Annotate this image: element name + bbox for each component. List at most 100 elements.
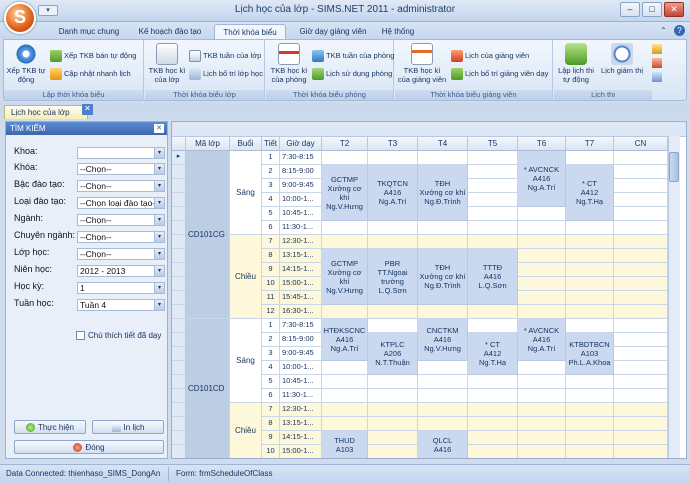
auto-schedule-button[interactable]: Xếp TKB tự động xyxy=(6,43,46,84)
grid-scroll-thumb[interactable] xyxy=(669,152,679,182)
schedule-cell[interactable] xyxy=(418,389,468,403)
filter-combo[interactable]: --Chọn-- ▾ xyxy=(77,231,165,243)
semi-auto-schedule-button[interactable]: Xếp TKB bán tự động xyxy=(50,50,136,62)
grid-vertical-scrollbar[interactable] xyxy=(668,136,680,458)
column-header[interactable]: T5 xyxy=(468,137,518,151)
schedule-cell[interactable] xyxy=(418,375,468,389)
row-header[interactable] xyxy=(172,445,186,458)
lesson-block[interactable]: GCTMP Xưởng cơ khí Ng.V.Hưng xyxy=(322,249,368,305)
lesson-block[interactable]: HTĐKSCNC A416 Ng.A.Trí xyxy=(322,319,368,361)
close-window-button[interactable]: ✕ xyxy=(664,2,684,17)
schedule-cell[interactable] xyxy=(518,305,566,319)
row-header[interactable] xyxy=(172,249,186,263)
schedule-cell[interactable] xyxy=(368,221,418,235)
chevron-down-icon[interactable]: ▾ xyxy=(154,215,164,225)
schedule-cell[interactable] xyxy=(566,249,614,263)
schedule-cell[interactable] xyxy=(614,179,668,193)
app-logo-icon[interactable]: S xyxy=(4,2,36,34)
maximize-button[interactable]: □ xyxy=(642,2,662,17)
schedule-cell[interactable] xyxy=(614,277,668,291)
close-panel-button[interactable]: Đóng xyxy=(14,440,164,454)
schedule-cell[interactable] xyxy=(614,263,668,277)
filter-combo[interactable]: 2012 - 2013 ▾ xyxy=(77,265,165,277)
schedule-cell[interactable] xyxy=(614,347,668,361)
schedule-cell[interactable] xyxy=(614,375,668,389)
schedule-cell[interactable] xyxy=(518,277,566,291)
schedule-cell[interactable] xyxy=(518,403,566,417)
schedule-cell[interactable] xyxy=(468,221,518,235)
schedule-cell[interactable] xyxy=(614,417,668,431)
chevron-down-icon[interactable]: ▾ xyxy=(154,266,164,276)
schedule-cell[interactable] xyxy=(468,207,518,221)
tab-he-thong[interactable]: Hệ thống xyxy=(378,24,418,39)
schedule-cell[interactable] xyxy=(468,389,518,403)
schedule-cell[interactable] xyxy=(614,151,668,165)
column-header[interactable]: Buổi xyxy=(230,137,262,151)
schedule-cell[interactable] xyxy=(418,235,468,249)
class-code-cell[interactable]: CD101CG xyxy=(186,151,230,319)
schedule-cell[interactable] xyxy=(368,319,418,333)
schedule-cell[interactable] xyxy=(368,431,418,445)
schedule-cell[interactable] xyxy=(468,431,518,445)
schedule-cell[interactable] xyxy=(468,151,518,165)
row-header[interactable] xyxy=(172,417,186,431)
row-header[interactable] xyxy=(172,221,186,235)
filter-combo[interactable]: --Chọn-- ▾ xyxy=(77,214,165,226)
row-header[interactable] xyxy=(172,347,186,361)
row-header[interactable] xyxy=(172,207,186,221)
schedule-cell[interactable] xyxy=(518,375,566,389)
schedule-cell[interactable] xyxy=(368,235,418,249)
search-panel-close-icon[interactable]: ✕ xyxy=(154,124,164,133)
row-header[interactable] xyxy=(172,179,186,193)
lesson-block[interactable]: TKQTCN A416 Ng.A.Trí xyxy=(368,165,418,221)
chevron-down-icon[interactable]: ▾ xyxy=(154,249,164,259)
row-header[interactable] xyxy=(172,389,186,403)
lesson-block[interactable]: TĐH Xưởng cơ khí Ng.Đ.Trình xyxy=(418,249,468,305)
schedule-cell[interactable] xyxy=(614,445,668,458)
extra-tool-icon-2[interactable] xyxy=(652,58,662,68)
row-header[interactable]: ▸ xyxy=(172,151,186,165)
schedule-cell[interactable] xyxy=(418,151,468,165)
schedule-cell[interactable] xyxy=(614,235,668,249)
lesson-block[interactable]: GCTMP Xưởng cơ khí Ng.V.Hưng xyxy=(322,165,368,221)
column-header[interactable]: Mã lớp xyxy=(186,137,230,151)
schedule-cell[interactable] xyxy=(368,403,418,417)
print-schedule-button[interactable]: In lịch xyxy=(92,420,164,434)
schedule-cell[interactable] xyxy=(614,207,668,221)
filter-combo[interactable]: --Chọn-- ▾ xyxy=(77,163,165,175)
taught-periods-checkbox[interactable] xyxy=(76,331,85,340)
schedule-cell[interactable] xyxy=(518,291,566,305)
lesson-block[interactable]: * AVCNCK A416 Ng.A.Trí xyxy=(518,151,566,207)
row-header[interactable] xyxy=(172,235,186,249)
lesson-block[interactable]: TTTĐ A416 L.Q.Sơn xyxy=(468,249,518,305)
class-room-layout-button[interactable]: Lịch bố trí lớp học xyxy=(189,68,263,80)
lesson-block[interactable]: PBR TT.Ngoại trường L.Q.Sơn xyxy=(368,249,418,305)
row-header[interactable] xyxy=(172,319,186,333)
filter-combo[interactable]: ▾ xyxy=(77,147,165,159)
schedule-cell[interactable] xyxy=(614,165,668,179)
filter-combo[interactable]: --Chọn-- ▾ xyxy=(77,248,165,260)
schedule-cell[interactable] xyxy=(614,291,668,305)
schedule-cell[interactable] xyxy=(518,445,566,458)
chevron-down-icon[interactable]: ▾ xyxy=(154,198,164,208)
schedule-cell[interactable] xyxy=(566,389,614,403)
row-header[interactable] xyxy=(172,291,186,305)
schedule-cell[interactable] xyxy=(614,221,668,235)
ribbon-collapse-icon[interactable]: ⌃ xyxy=(660,26,670,36)
schedule-cell[interactable] xyxy=(566,221,614,235)
schedule-cell[interactable] xyxy=(322,389,368,403)
schedule-cell[interactable] xyxy=(368,445,418,458)
chevron-down-icon[interactable]: ▾ xyxy=(154,181,164,191)
column-header[interactable]: T7 xyxy=(566,137,614,151)
filter-combo[interactable]: Tuần 4 ▾ xyxy=(77,299,165,311)
tab-ke-hoach-dao-tao[interactable]: Kế hoạch đào tạo xyxy=(132,24,208,39)
schedule-cell[interactable] xyxy=(518,389,566,403)
help-icon[interactable]: ? xyxy=(674,25,685,36)
row-header[interactable] xyxy=(172,193,186,207)
schedule-cell[interactable] xyxy=(468,375,518,389)
proctor-schedule-button[interactable]: Lịch giám thị xyxy=(600,43,644,75)
schedule-cell[interactable] xyxy=(566,431,614,445)
schedule-cell[interactable] xyxy=(518,249,566,263)
chevron-down-icon[interactable]: ▾ xyxy=(154,164,164,174)
schedule-cell[interactable] xyxy=(322,151,368,165)
